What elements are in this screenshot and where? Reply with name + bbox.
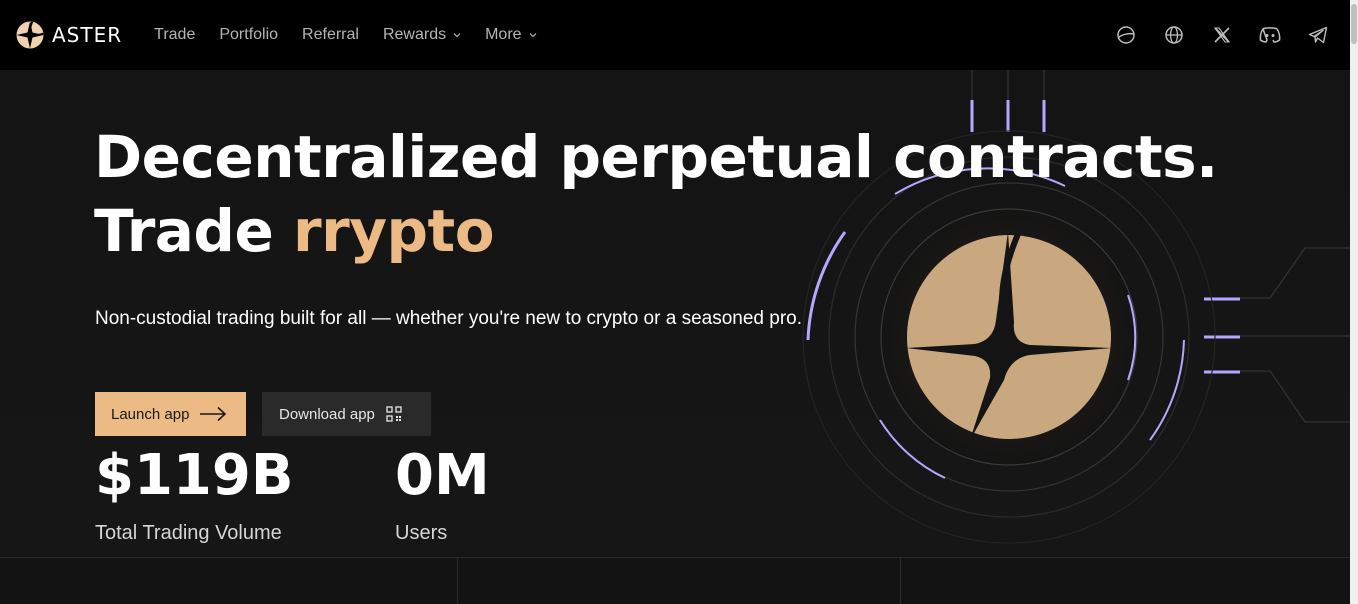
nav-item-label: Rewards — [382, 26, 447, 43]
nav-item-portfolio[interactable]: Portfolio — [219, 26, 278, 44]
discord-icon[interactable] — [1256, 21, 1284, 49]
download-app-button[interactable]: Download app — [262, 392, 431, 436]
headline-line-2: Trade rrypto — [94, 194, 1218, 268]
chevron-down-icon — [453, 33, 461, 38]
hero-headline: Decentralized perpetual contracts. Trade… — [94, 120, 1218, 268]
brand-logo[interactable]: ASTER — [16, 21, 122, 49]
panel-divider — [900, 558, 901, 604]
launch-app-button[interactable]: Launch app — [95, 392, 246, 436]
nav-item-rewards[interactable]: Rewards — [383, 26, 461, 44]
planet-icon[interactable] — [1112, 21, 1140, 49]
headline-accent-word: rrypto — [292, 197, 495, 265]
download-app-label: Download app — [279, 405, 375, 423]
scrollbar-thumb[interactable] — [1351, 4, 1357, 44]
stat-volume-label: Total Trading Volume — [95, 522, 282, 544]
nav-item-more[interactable]: More — [485, 26, 536, 44]
headline-line-1: Decentralized perpetual contracts. — [94, 123, 1218, 191]
page-scrollbar[interactable] — [1350, 0, 1358, 604]
nav-item-label: Trade — [154, 26, 196, 43]
stat-volume-value: $119B — [95, 443, 294, 508]
panel-divider — [457, 558, 458, 604]
nav-item-referral[interactable]: Referral — [302, 26, 359, 44]
main-nav: Trade Portfolio Referral Rewards More — [154, 26, 560, 44]
telegram-icon[interactable] — [1304, 21, 1332, 49]
nav-item-label: Referral — [302, 26, 359, 43]
chevron-down-icon — [529, 33, 536, 38]
aster-logo-icon — [16, 21, 44, 49]
qr-code-icon — [386, 406, 402, 422]
hero-subtitle: Non-custodial trading built for all — wh… — [95, 308, 802, 329]
globe-icon[interactable] — [1160, 21, 1188, 49]
brand-name: ASTER — [52, 23, 123, 47]
social-links — [1092, 21, 1332, 49]
nav-item-label: Portfolio — [219, 26, 279, 43]
stat-users-label: Users — [395, 522, 448, 544]
stat-users-value: 0M — [395, 443, 490, 508]
bottom-panels — [0, 557, 1350, 604]
x-icon[interactable] — [1208, 21, 1236, 49]
headline-prefix: Trade — [94, 197, 293, 265]
arrow-right-icon — [200, 406, 227, 422]
nav-item-trade[interactable]: Trade — [154, 26, 195, 44]
launch-app-label: Launch app — [111, 405, 190, 423]
nav-item-label: More — [485, 26, 522, 43]
top-navigation-bar: ASTER Trade Portfolio Referral Rewards M… — [0, 0, 1350, 70]
